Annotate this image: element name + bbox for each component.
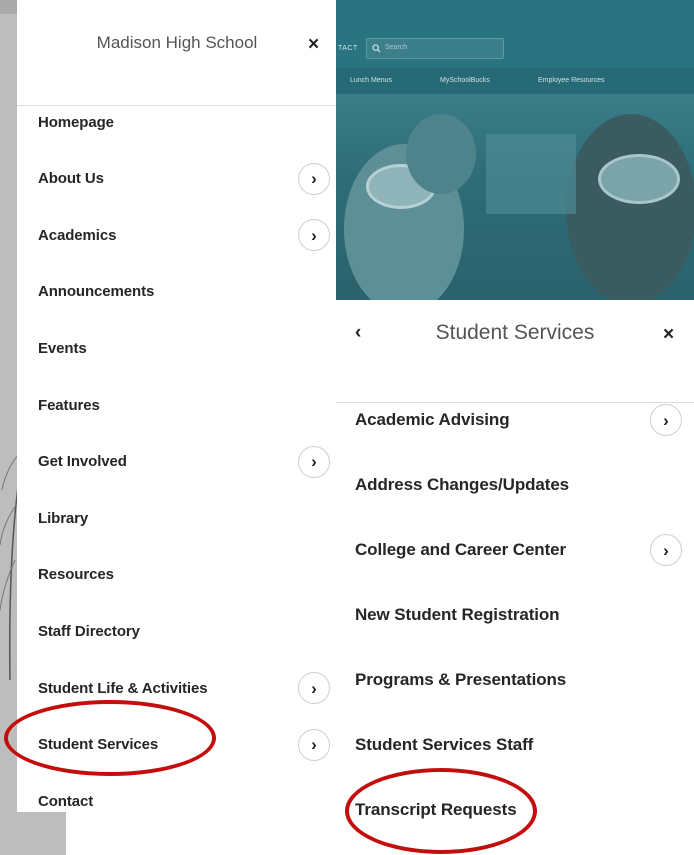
search-placeholder: Search: [385, 44, 408, 51]
menu-item-label: Programs & Presentations: [355, 670, 567, 689]
menu-item-label: Student Services Staff: [355, 735, 534, 754]
menu-item-resources[interactable]: Resources: [17, 555, 336, 595]
student-services-submenu: ‹ Student Services × Academic Advising › A…: [336, 300, 694, 855]
drawer-header: Madison High School ×: [17, 0, 336, 106]
menu-item-label: Staff Directory: [38, 622, 140, 640]
school-name-title: Madison High School: [96, 33, 258, 52]
annotation-circle-transcript-requests: [345, 768, 537, 854]
menu-item-label: Announcements: [38, 283, 155, 301]
submenu-header: ‹ Student Services ×: [336, 300, 694, 403]
menu-item-academics[interactable]: Academics ›: [17, 215, 336, 255]
submenu-title: Student Services: [435, 321, 595, 344]
students-photo: [336, 94, 694, 300]
menu-item-label: Student Life & Activities: [38, 679, 208, 697]
menu-item-college-and-career-center[interactable]: College and Career Center ›: [336, 530, 694, 570]
hero-banner: TACT Search Lunch Menus MySchoolBucks Em…: [336, 0, 694, 300]
site-header-strip: TACT Search: [336, 0, 694, 68]
chevron-right-icon[interactable]: ›: [298, 672, 330, 704]
menu-item-get-involved[interactable]: Get Involved ›: [17, 442, 336, 482]
annotation-circle-student-services: [4, 700, 216, 776]
chevron-right-icon[interactable]: ›: [650, 534, 682, 566]
menu-item-homepage[interactable]: Homepage: [17, 102, 336, 142]
menu-item-label: New Student Registration: [355, 605, 560, 624]
search-input[interactable]: Search: [366, 38, 504, 59]
menu-item-label: Homepage: [38, 113, 114, 131]
close-icon[interactable]: ×: [663, 325, 674, 344]
menu-item-label: College and Career Center: [355, 540, 567, 559]
menu-item-student-life-and-activities[interactable]: Student Life & Activities ›: [17, 668, 336, 708]
menu-item-student-services-staff[interactable]: Student Services Staff: [336, 725, 694, 765]
menu-item-label: Academic Advising: [355, 410, 510, 429]
menu-item-academic-advising[interactable]: Academic Advising ›: [336, 400, 694, 440]
main-navigation-drawer: Madison High School × Homepage About Us › A…: [17, 0, 336, 812]
nav-link-lunch-menus[interactable]: Lunch Menus: [350, 77, 392, 84]
menu-item-contact[interactable]: Contact: [17, 781, 336, 821]
menu-item-library[interactable]: Library: [17, 498, 336, 538]
menu-item-about-us[interactable]: About Us ›: [17, 159, 336, 199]
menu-item-label: Get Involved: [38, 453, 127, 471]
menu-item-label: Features: [38, 396, 100, 414]
menu-item-new-student-registration[interactable]: New Student Registration: [336, 595, 694, 635]
menu-item-label: Events: [38, 339, 87, 357]
chevron-right-icon[interactable]: ›: [298, 162, 330, 195]
chevron-right-icon[interactable]: ›: [298, 445, 330, 478]
chevron-right-icon[interactable]: ›: [298, 728, 330, 761]
menu-item-label: About Us: [38, 170, 104, 188]
nav-link-myschoolbucks[interactable]: MySchoolBucks: [440, 77, 490, 84]
menu-item-address-changes-updates[interactable]: Address Changes/Updates: [336, 465, 694, 505]
menu-item-label: Library: [38, 509, 89, 527]
close-icon[interactable]: ×: [308, 35, 319, 54]
menu-item-label: Academics: [38, 226, 117, 244]
contact-link[interactable]: TACT: [338, 45, 358, 52]
menu-item-label: Contact: [38, 792, 94, 810]
menu-item-announcements[interactable]: Announcements: [17, 272, 336, 312]
menu-item-label: Address Changes/Updates: [355, 475, 570, 494]
search-icon: [372, 44, 381, 53]
menu-item-label: Resources: [38, 566, 114, 584]
menu-item-features[interactable]: Features: [17, 385, 336, 425]
chevron-right-icon[interactable]: ›: [298, 219, 330, 252]
menu-item-staff-directory[interactable]: Staff Directory: [17, 611, 336, 651]
menu-item-events[interactable]: Events: [17, 328, 336, 368]
site-nav-bar: Lunch Menus MySchoolBucks Employee Resou…: [336, 68, 694, 94]
chevron-right-icon[interactable]: ›: [650, 404, 682, 436]
menu-item-programs-and-presentations[interactable]: Programs & Presentations: [336, 660, 694, 700]
nav-link-employee-resources[interactable]: Employee Resources: [538, 77, 605, 84]
